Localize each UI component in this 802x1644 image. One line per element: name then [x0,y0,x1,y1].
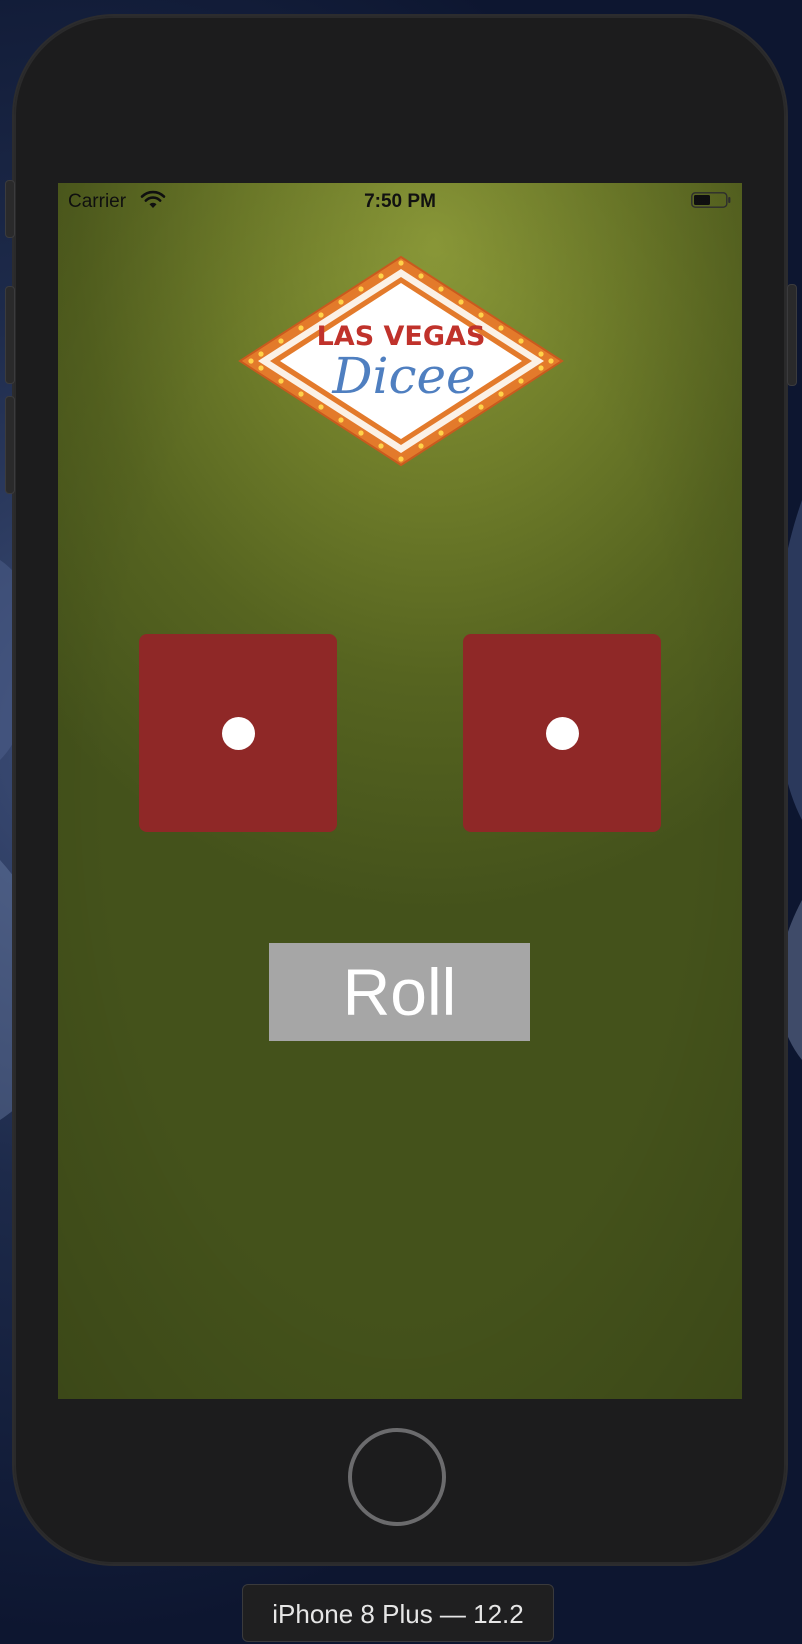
home-button[interactable] [348,1428,446,1526]
volume-down-button [5,396,15,494]
die-pip [546,717,579,750]
die-pip [222,717,255,750]
roll-button[interactable]: Roll [269,943,530,1041]
status-bar: Carrier 7:50 PM [58,183,742,223]
battery-icon [691,192,731,208]
simulator-device-label: iPhone 8 Plus — 12.2 [242,1584,554,1642]
power-button [787,284,797,386]
left-die [139,634,337,832]
mute-switch [5,180,15,238]
logo-subtitle-text: Dicee [331,347,475,405]
volume-up-button [5,286,15,384]
right-die [463,634,661,832]
las-vegas-dicee-logo: LAS VEGAS Dicee [238,255,564,467]
status-time: 7:50 PM [364,191,436,212]
app-screen: Carrier 7:50 PM LAS VEGAS Dicee Roll [58,183,742,1399]
